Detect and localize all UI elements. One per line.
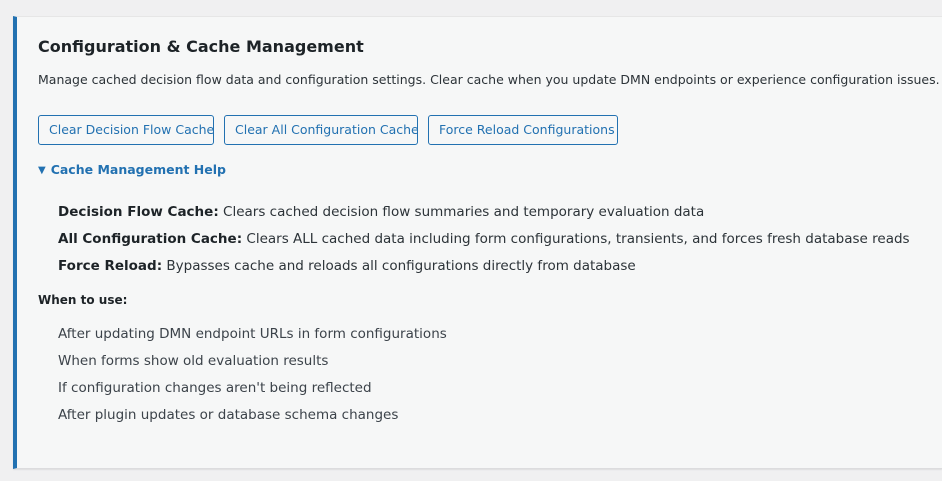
when-to-use-heading: When to use:	[38, 293, 128, 307]
help-item-decision-flow-cache: Decision Flow Cache: Clears cached decis…	[58, 203, 910, 230]
force-reload-configurations-button[interactable]: Force Reload Configurations	[428, 115, 618, 145]
when-to-use-item: After updating DMN endpoint URLs in form…	[58, 326, 447, 342]
help-item-text: Clears ALL cached data including form co…	[242, 231, 910, 247]
help-item-term: All Configuration Cache:	[58, 231, 243, 247]
panel-title: Configuration & Cache Management	[38, 37, 364, 56]
cache-help-toggle[interactable]: ▼ Cache Management Help	[38, 162, 226, 177]
help-item-text: Clears cached decision flow summaries an…	[218, 204, 705, 220]
when-to-use-item: If configuration changes aren't being re…	[58, 380, 372, 396]
cache-help-toggle-label: Cache Management Help	[50, 162, 226, 177]
cache-management-panel: Configuration & Cache Management Manage …	[13, 16, 942, 469]
when-to-use-list: After updating DMN endpoint URLs in form…	[58, 325, 447, 433]
clear-decision-flow-cache-button[interactable]: Clear Decision Flow Cache	[38, 115, 214, 145]
help-item-term: Force Reload:	[58, 258, 163, 274]
triangle-down-icon: ▼	[38, 165, 46, 176]
help-item-text: Bypasses cache and reloads all configura…	[162, 258, 636, 274]
help-item-all-configuration-cache: All Configuration Cache: Clears ALL cach…	[58, 230, 910, 257]
cache-help-list: Decision Flow Cache: Clears cached decis…	[58, 203, 910, 284]
help-item-term: Decision Flow Cache:	[58, 204, 219, 220]
clear-all-configuration-cache-button[interactable]: Clear All Configuration Cache	[224, 115, 419, 145]
panel-description: Manage cached decision flow data and con…	[38, 72, 940, 87]
help-item-force-reload: Force Reload: Bypasses cache and reloads…	[58, 257, 910, 284]
when-to-use-item: When forms show old evaluation results	[58, 353, 329, 369]
when-to-use-item: After plugin updates or database schema …	[58, 407, 399, 423]
